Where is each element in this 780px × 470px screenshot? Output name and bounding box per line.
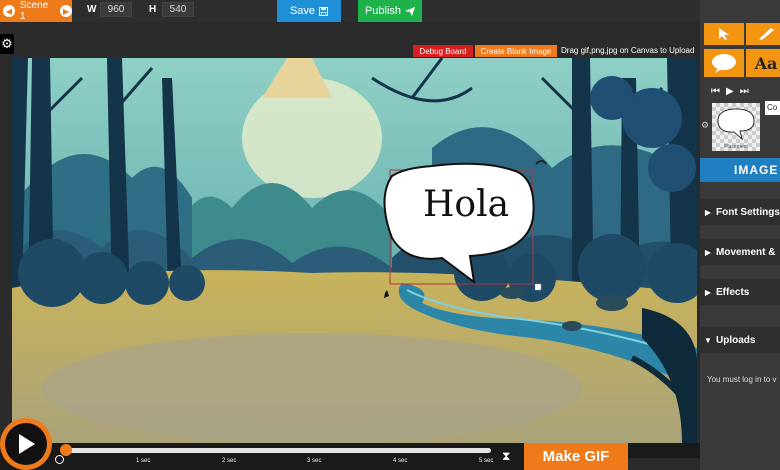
tab-image[interactable]: IMAGE <box>700 158 780 182</box>
width-label: W <box>87 4 97 15</box>
publish-button[interactable]: Publish <box>358 0 422 22</box>
timeline-tick: 2 sec <box>222 458 237 464</box>
section-label: Font Settings <box>716 206 780 218</box>
width-input[interactable]: 960 <box>100 2 132 17</box>
scene-next-icon[interactable]: ▶ <box>60 5 72 17</box>
paper-plane-icon <box>405 6 416 16</box>
gif-editor-app: ◀ Scene 1 ▶ W 960 H 540 Save Publish ⚙ D… <box>0 0 780 470</box>
playback-controls: ⏮ ▶ ⏭ <box>711 86 749 97</box>
speech-bubble-tool[interactable] <box>704 49 744 77</box>
skip-forward-icon[interactable]: ⏭ <box>740 86 749 97</box>
chevron-right-icon: ▶ <box>704 207 712 217</box>
pointer-tool[interactable] <box>704 23 744 45</box>
timeline-playhead[interactable] <box>60 444 72 456</box>
publish-label: Publish <box>364 5 402 17</box>
section-uploads[interactable]: ▼ Uploads <box>700 327 780 353</box>
scene-label: Scene 1 <box>19 0 49 22</box>
upload-hint: Drag gif,png,jpg on Canvas to Upload <box>561 46 695 55</box>
layer-preview[interactable]: Placement <box>712 103 760 151</box>
section-font-settings[interactable]: ▶ Font Settings <box>700 199 780 225</box>
pencil-icon <box>759 28 774 40</box>
scene-selector[interactable]: ◀ Scene 1 ▶ <box>0 0 72 22</box>
play-button-inner <box>5 423 47 465</box>
timeline-tick: 4 sec <box>393 458 408 464</box>
login-message: You must log in to v <box>707 375 777 384</box>
height-input[interactable]: 540 <box>162 2 194 17</box>
debug-board-button[interactable]: Debug Board <box>413 45 473 57</box>
preview-caption: Placement <box>724 144 748 150</box>
section-effects[interactable]: ▶ Effects <box>700 279 780 305</box>
bubble-thumbnail-icon <box>717 108 755 141</box>
forest-scene-image: Hola <box>12 58 697 443</box>
bubble-text: Hola <box>423 184 509 225</box>
section-label: Movement & <box>716 246 776 258</box>
chevron-right-icon: ▶ <box>704 247 712 257</box>
floppy-icon <box>319 6 329 16</box>
speech-bubble-icon <box>712 54 736 73</box>
top-bar: ◀ Scene 1 ▶ W 960 H 540 Save Publish <box>0 0 700 22</box>
save-label: Save <box>289 5 316 17</box>
timeline-track[interactable] <box>64 448 491 453</box>
play-icon <box>19 434 35 454</box>
timeline-tick: 5 sec <box>479 458 494 464</box>
save-button[interactable]: Save <box>277 0 341 22</box>
section-label: Effects <box>716 286 750 298</box>
play-button[interactable] <box>0 418 52 470</box>
pencil-tool[interactable] <box>746 23 780 45</box>
cursor-icon <box>719 28 729 40</box>
settings-gear-icon[interactable]: ⚙ <box>0 34 14 54</box>
chevron-right-icon: ▶ <box>704 287 712 297</box>
hourglass-icon[interactable]: ⧗ <box>502 449 510 464</box>
layer-gear-icon[interactable]: ⚙ <box>701 120 709 131</box>
play-small-icon[interactable]: ▶ <box>726 86 734 97</box>
scene-prev-icon[interactable]: ◀ <box>3 5 15 17</box>
editor-canvas[interactable]: Hola <box>12 58 697 443</box>
section-movement[interactable]: ▶ Movement & <box>700 239 780 265</box>
skip-back-icon[interactable]: ⏮ <box>711 86 720 97</box>
section-label: Uploads <box>716 334 756 346</box>
co-field[interactable]: Co <box>765 101 780 115</box>
clock-icon <box>55 455 64 464</box>
timeline-scrollbar[interactable] <box>628 458 700 470</box>
height-label: H <box>149 4 157 15</box>
timeline-tick: 1 sec <box>136 458 151 464</box>
text-tool[interactable]: Aa <box>746 49 780 77</box>
timeline-tick: 3 sec <box>307 458 322 464</box>
chevron-down-icon: ▼ <box>704 335 712 345</box>
create-blank-image-button[interactable]: Create Blank Image <box>475 45 557 57</box>
make-gif-button[interactable]: Make GIF <box>524 443 628 470</box>
